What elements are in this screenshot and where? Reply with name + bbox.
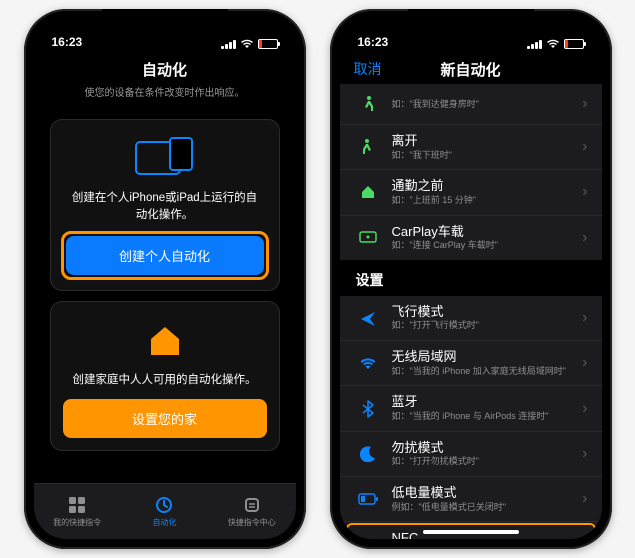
chevron-right-icon: › bbox=[582, 400, 587, 418]
personal-card-text: 创建在个人iPhone或iPad上运行的自动化操作。 bbox=[63, 190, 267, 223]
notch bbox=[102, 9, 228, 31]
row-title: 勿扰模式 bbox=[392, 440, 583, 456]
home-automation-card: 创建家庭中人人可用的自动化操作。 设置您的家 bbox=[50, 301, 280, 451]
signal-icon bbox=[221, 40, 236, 49]
grid-icon bbox=[67, 495, 87, 515]
row-title: 低电量模式 bbox=[392, 485, 583, 501]
status-time: 16:23 bbox=[358, 35, 389, 49]
wifi-icon bbox=[240, 39, 254, 49]
highlight-personal: 创建个人自动化 bbox=[61, 231, 269, 280]
cancel-button[interactable]: 取消 bbox=[354, 59, 382, 79]
chevron-right-icon: › bbox=[582, 138, 587, 156]
tab-bar: 我的快捷指令 自动化 快捷指令中心 bbox=[34, 483, 296, 539]
airplane-icon bbox=[356, 306, 380, 330]
battery-icon bbox=[258, 39, 278, 49]
row-sub: 如："我到达健身房时" bbox=[392, 99, 583, 111]
status-time: 16:23 bbox=[52, 35, 83, 49]
nav-bar: 自动化 bbox=[34, 51, 296, 84]
chevron-right-icon: › bbox=[582, 309, 587, 327]
chevron-right-icon: › bbox=[582, 95, 587, 113]
notch bbox=[408, 9, 534, 31]
row-leave[interactable]: 离开 如："我下班时" › bbox=[340, 125, 602, 170]
create-personal-button[interactable]: 创建个人自动化 bbox=[66, 236, 264, 275]
row-bluetooth[interactable]: 蓝牙 如："当我的 iPhone 与 AirPods 连接时" › bbox=[340, 386, 602, 431]
chevron-right-icon: › bbox=[582, 183, 587, 201]
row-sub: 如："我下班时" bbox=[392, 150, 583, 162]
walk-icon bbox=[356, 92, 380, 116]
wifi-icon bbox=[546, 39, 560, 49]
section-settings: 设置 bbox=[340, 260, 602, 296]
tab-label: 自动化 bbox=[152, 517, 176, 528]
phone-left: 16:23 自动化 使您的设备在条件改变时作出响应。 创建在个人iPhone或i… bbox=[24, 9, 306, 549]
nfc-icon bbox=[356, 532, 380, 539]
phone-right: 16:23 取消 新自动化 如："我到达健身房时" › bbox=[330, 9, 612, 549]
battery-low-icon bbox=[356, 487, 380, 511]
stack-icon bbox=[242, 495, 262, 515]
row-lowpower[interactable]: 低电量模式 例如："低电量模式已关闭时" › bbox=[340, 477, 602, 522]
home-indicator[interactable] bbox=[423, 530, 519, 534]
row-dnd[interactable]: 勿扰模式 如："打开勿扰模式时" › bbox=[340, 432, 602, 477]
row-title: 蓝牙 bbox=[392, 394, 583, 410]
row-sub: 例如："低电量模式已关闭时" bbox=[392, 502, 583, 514]
tab-label: 我的快捷指令 bbox=[53, 517, 101, 528]
row-arrive[interactable]: 如："我到达健身房时" › bbox=[340, 84, 602, 125]
row-title: 通勤之前 bbox=[392, 178, 583, 194]
row-sub: 如："当我的 iPhone 加入家庭无线局域网时" bbox=[392, 366, 583, 378]
bluetooth-icon bbox=[356, 397, 380, 421]
list-events: 如："我到达健身房时" › 离开 如："我下班时" › 通勤之前 如："上班前 … bbox=[340, 84, 602, 260]
chevron-right-icon: › bbox=[582, 445, 587, 463]
screen-left: 16:23 自动化 使您的设备在条件改变时作出响应。 创建在个人iPhone或i… bbox=[34, 19, 296, 539]
carplay-icon bbox=[356, 226, 380, 250]
row-title: 离开 bbox=[392, 133, 583, 149]
battery-icon bbox=[564, 39, 584, 49]
chevron-right-icon: › bbox=[582, 354, 587, 372]
walk-away-icon bbox=[356, 135, 380, 159]
row-sub: 如："连接 CarPlay 车载时" bbox=[392, 240, 583, 252]
wifi-icon bbox=[356, 351, 380, 375]
status-right bbox=[527, 39, 584, 49]
screen-right: 16:23 取消 新自动化 如："我到达健身房时" › bbox=[340, 19, 602, 539]
row-wifi[interactable]: 无线局域网 如："当我的 iPhone 加入家庭无线局域网时" › bbox=[340, 341, 602, 386]
home-icon bbox=[63, 316, 267, 366]
row-commute[interactable]: 通勤之前 如："上班前 15 分钟" › bbox=[340, 170, 602, 215]
row-sub: 如："打开飞行模式时" bbox=[392, 320, 583, 332]
devices-icon bbox=[63, 134, 267, 184]
row-carplay[interactable]: CarPlay车载 如："连接 CarPlay 车载时" › bbox=[340, 216, 602, 260]
status-right bbox=[221, 39, 278, 49]
list-settings: 飞行模式 如："打开飞行模式时" › 无线局域网 如："当我的 iPhone 加… bbox=[340, 296, 602, 539]
chevron-right-icon: › bbox=[582, 490, 587, 508]
row-title: CarPlay车载 bbox=[392, 224, 583, 240]
personal-automation-card: 创建在个人iPhone或iPad上运行的自动化操作。 创建个人自动化 bbox=[50, 119, 280, 291]
clock-icon bbox=[154, 495, 174, 515]
setup-home-button[interactable]: 设置您的家 bbox=[63, 399, 267, 438]
chevron-right-icon: › bbox=[582, 229, 587, 247]
chevron-right-icon: › bbox=[582, 535, 587, 539]
tab-label: 快捷指令中心 bbox=[228, 517, 276, 528]
tab-automation[interactable]: 自动化 bbox=[121, 484, 208, 539]
nav-bar: 取消 新自动化 bbox=[340, 51, 602, 84]
row-title: 飞行模式 bbox=[392, 304, 583, 320]
page-title: 自动化 bbox=[34, 59, 296, 80]
moon-icon bbox=[356, 442, 380, 466]
row-sub: 如："当我的 iPhone 与 AirPods 连接时" bbox=[392, 411, 583, 423]
content-area: 创建在个人iPhone或iPad上运行的自动化操作。 创建个人自动化 创建家庭中… bbox=[34, 109, 296, 483]
trigger-list[interactable]: 如："我到达健身房时" › 离开 如："我下班时" › 通勤之前 如："上班前 … bbox=[340, 84, 602, 539]
row-sub: 如："上班前 15 分钟" bbox=[392, 195, 583, 207]
house-icon bbox=[356, 180, 380, 204]
page-subtitle: 使您的设备在条件改变时作出响应。 bbox=[34, 84, 296, 109]
row-airplane[interactable]: 飞行模式 如："打开飞行模式时" › bbox=[340, 296, 602, 341]
signal-icon bbox=[527, 40, 542, 49]
tab-gallery[interactable]: 快捷指令中心 bbox=[208, 484, 295, 539]
row-sub: 如："打开勿扰模式时" bbox=[392, 456, 583, 468]
home-card-text: 创建家庭中人人可用的自动化操作。 bbox=[63, 372, 267, 389]
tab-shortcuts[interactable]: 我的快捷指令 bbox=[34, 484, 121, 539]
row-title: 无线局域网 bbox=[392, 349, 583, 365]
